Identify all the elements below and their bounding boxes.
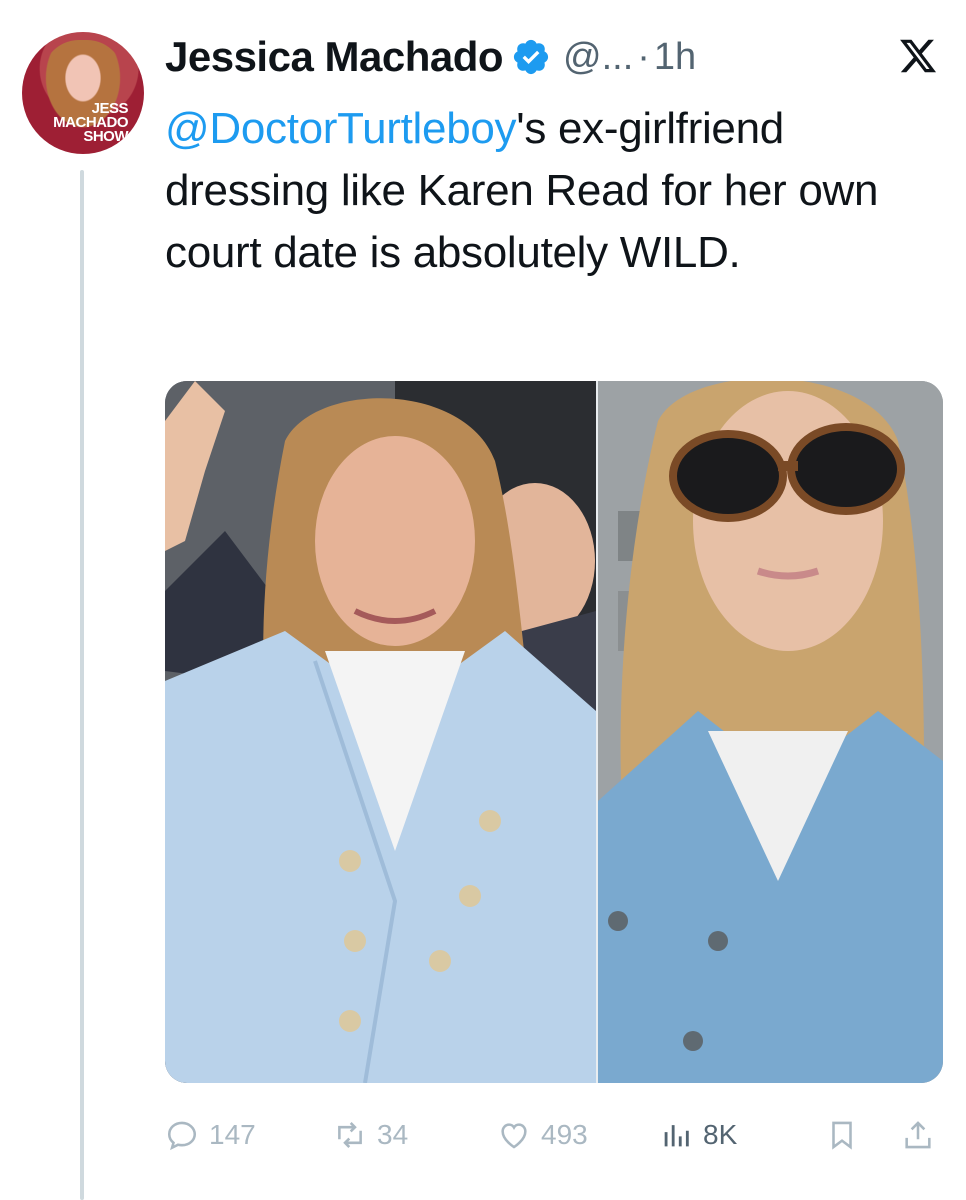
bookmark-icon (832, 1121, 852, 1150)
photo-left[interactable] (165, 381, 596, 1083)
views-button[interactable]: 8K (659, 1110, 737, 1160)
tweet-text: @DoctorTurtleboy's ex-girlfriend dressin… (165, 98, 945, 284)
repost-icon (338, 1122, 362, 1148)
x-logo-icon[interactable] (896, 36, 940, 76)
author-handle[interactable]: @... (563, 36, 633, 79)
separator-dot: · (637, 35, 650, 78)
views-icon (664, 1125, 689, 1147)
repost-button[interactable]: 34 (333, 1110, 408, 1160)
thread-line (80, 170, 84, 1200)
share-icon (905, 1121, 931, 1149)
share-button[interactable] (901, 1110, 935, 1160)
heart-icon (501, 1123, 527, 1149)
views-count: 8K (703, 1119, 738, 1150)
repost-count: 34 (377, 1119, 409, 1150)
reply-button[interactable]: 147 (165, 1110, 256, 1160)
author-avatar[interactable]: JESS MACHADO SHOW (22, 32, 144, 154)
like-button[interactable]: 493 (497, 1110, 588, 1160)
avatar-show-label: JESS MACHADO SHOW (53, 100, 128, 145)
mention-link[interactable]: @DoctorTurtleboy (165, 104, 517, 153)
like-count: 493 (541, 1119, 588, 1150)
media-grid[interactable] (165, 381, 943, 1083)
verified-badge-icon (513, 39, 549, 75)
photo-right[interactable] (598, 381, 943, 1083)
bookmark-button[interactable] (825, 1110, 859, 1160)
photo-left-illustration (165, 381, 596, 1083)
reply-count: 147 (209, 1119, 256, 1150)
reply-icon (167, 1121, 197, 1151)
tweet-header: Jessica Machado @... · 1h (165, 28, 696, 86)
tweet-actions: 147 34 493 8K (165, 1110, 943, 1160)
post-time[interactable]: 1h (654, 36, 696, 79)
author-name[interactable]: Jessica Machado (165, 33, 504, 81)
photo-right-illustration (598, 381, 943, 1083)
